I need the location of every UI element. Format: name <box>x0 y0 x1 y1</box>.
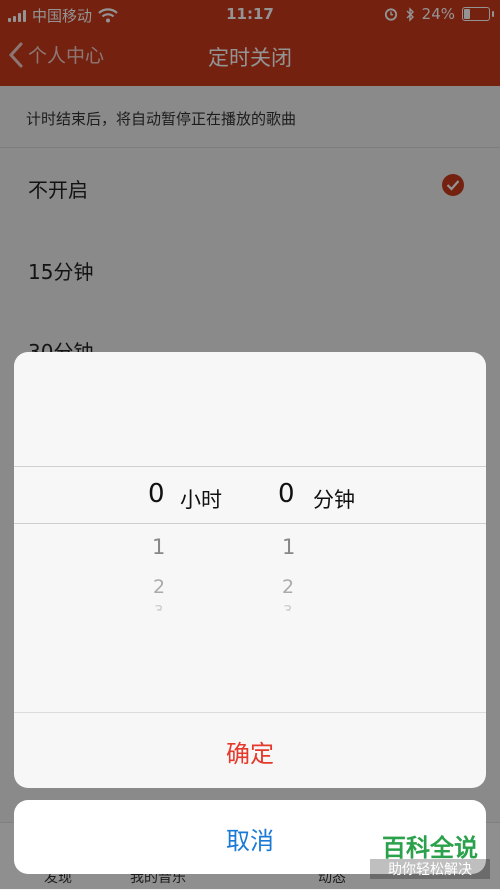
watermark-subtitle: 助你轻松解决 <box>370 859 490 879</box>
hour-value[interactable]: 0 <box>148 479 165 509</box>
minute-option[interactable]: 2 <box>282 576 294 598</box>
hour-option[interactable]: 2 <box>153 576 165 598</box>
watermark-logo: 百科全说 助你轻松解决 <box>370 828 490 883</box>
minute-option[interactable]: 3 <box>283 602 293 611</box>
sheet-divider <box>14 712 486 713</box>
hour-option[interactable]: 3 <box>154 602 164 611</box>
confirm-button[interactable]: 确定 <box>14 734 486 769</box>
minute-value[interactable]: 0 <box>278 479 295 509</box>
timer-picker-sheet: 0 小时 1 2 3 0 分钟 1 2 3 确定 <box>14 352 486 788</box>
picker-top-line <box>14 466 486 467</box>
watermark-title: 百科全说 <box>382 834 478 862</box>
minute-option[interactable]: 1 <box>282 535 295 559</box>
minute-unit: 分钟 <box>313 488 355 512</box>
picker-bottom-line <box>14 523 486 524</box>
hour-unit: 小时 <box>180 488 222 512</box>
hour-option[interactable]: 1 <box>152 535 165 559</box>
